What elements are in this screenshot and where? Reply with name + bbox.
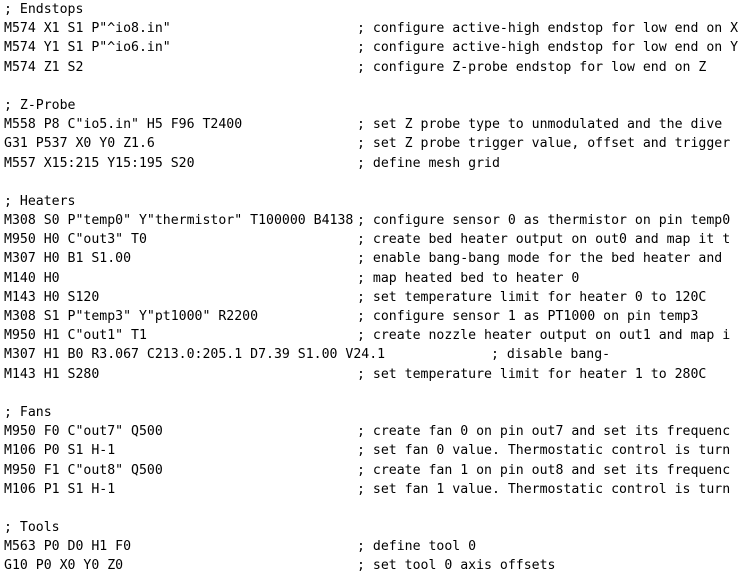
code-line[interactable]: M106 P0 S1 H-1 ; set fan 0 value. Thermos… bbox=[0, 441, 738, 460]
code-comment: ; set fan 0 value. Thermostatic control … bbox=[357, 443, 731, 459]
code-line[interactable]: M950 F1 C"out8" Q500 ; create fan 1 on pi… bbox=[0, 461, 738, 480]
code-command: M106 P1 S1 H-1 bbox=[4, 481, 116, 497]
code-comment: ; set temperature limit for heater 1 to … bbox=[357, 366, 707, 382]
code-line[interactable]: ; Heaters bbox=[0, 192, 738, 211]
code-comment: ; set tool 0 axis offsets bbox=[357, 558, 556, 574]
code-command: M307 H0 B1 S1.00 bbox=[4, 251, 132, 267]
code-comment: ; create bed heater output on out0 and m… bbox=[357, 232, 731, 248]
code-command: M950 H1 C"out1" T1 bbox=[4, 328, 147, 344]
code-comment: ; define mesh grid bbox=[357, 155, 500, 171]
code-line[interactable]: M557 X15:215 Y15:195 S20 ; define mesh gr… bbox=[0, 154, 738, 173]
code-line[interactable]: M143 H0 S120 ; set temperature limit for … bbox=[0, 288, 738, 307]
code-comment: ; create nozzle heater output on out1 an… bbox=[357, 328, 731, 344]
code-section-heading: ; Z-Probe bbox=[4, 97, 76, 113]
code-comment: ; define tool 0 bbox=[357, 539, 477, 555]
code-comment: ; set temperature limit for heater 0 to … bbox=[357, 289, 707, 305]
code-command: G10 P0 X0 Y0 Z0 bbox=[4, 558, 124, 574]
code-line[interactable]: ; Tools bbox=[0, 518, 738, 537]
code-line[interactable]: G10 P0 X0 Y0 Z0 ; set tool 0 axis offsets bbox=[0, 556, 738, 575]
code-command: M574 Z1 S2 bbox=[4, 59, 84, 75]
code-comment: ; enable bang-bang mode for the bed heat… bbox=[357, 251, 723, 267]
code-line[interactable]: M140 H0 ; map heated bed to heater 0 bbox=[0, 269, 738, 288]
code-line[interactable]: ; Z-Probe bbox=[0, 96, 738, 115]
code-comment: ; create fan 0 on pin out7 and set its f… bbox=[357, 424, 731, 440]
code-comment: ; disable bang- bbox=[491, 347, 611, 363]
code-command: M557 X15:215 Y15:195 S20 bbox=[4, 155, 195, 171]
code-line[interactable]: M143 H1 S280 ; set temperature limit for … bbox=[0, 365, 738, 384]
code-command: M950 F0 C"out7" Q500 bbox=[4, 424, 163, 440]
code-line[interactable]: M950 F0 C"out7" Q500 ; create fan 0 on pi… bbox=[0, 422, 738, 441]
code-text-view[interactable]: ; Endstops M574 X1 S1 P"^io8.in" ; configu… bbox=[0, 0, 738, 575]
code-command: M106 P0 S1 H-1 bbox=[4, 443, 116, 459]
code-comment: ; configure active-high endstop for low … bbox=[357, 21, 738, 37]
code-comment: ; configure sensor 1 as PT1000 on pin te… bbox=[357, 309, 699, 324]
code-line[interactable]: ; Fans bbox=[0, 403, 738, 422]
code-command: M574 X1 S1 P"^io8.in" bbox=[4, 21, 171, 37]
code-section-heading: ; Heaters bbox=[4, 193, 76, 209]
code-line[interactable]: M574 Z1 S2 ; configure Z-probe endstop fo… bbox=[0, 58, 738, 77]
code-comment: ; set Z probe trigger value, offset and … bbox=[357, 136, 731, 152]
code-command: M308 S1 P"temp3" Y"pt1000" R2200 bbox=[4, 309, 259, 324]
code-command: M308 S0 P"temp0" Y"thermistor" T100000 B… bbox=[4, 213, 354, 229]
code-comment: ; configure Z-probe endstop for low end … bbox=[357, 59, 707, 75]
code-section-heading: ; Fans bbox=[4, 404, 52, 420]
code-line[interactable]: M307 H0 B1 S1.00 ; enable bang-bang mode … bbox=[0, 249, 738, 268]
code-comment: ; set Z probe type to unmodulated and th… bbox=[357, 117, 723, 133]
code-comment: ; map heated bed to heater 0 bbox=[357, 270, 580, 286]
code-command: M307 H1 B0 R3.067 C213.0:205.1 D7.39 S1.… bbox=[4, 347, 386, 363]
code-command: M950 H0 C"out3" T0 bbox=[4, 232, 147, 248]
code-line[interactable]: M558 P8 C"io5.in" H5 F96 T2400 ; set Z pr… bbox=[0, 115, 738, 134]
code-comment: ; configure sensor 0 as thermistor on pi… bbox=[357, 213, 731, 229]
code-command: M143 H1 S280 bbox=[4, 366, 100, 382]
code-line[interactable]: M563 P0 D0 H1 F0 ; define tool 0 bbox=[0, 537, 738, 556]
code-line[interactable]: M308 S1 P"temp3" Y"pt1000" R2200 ; config… bbox=[0, 307, 738, 326]
code-line[interactable]: M574 X1 S1 P"^io8.in" ; configure active-… bbox=[0, 19, 738, 38]
code-line[interactable]: M307 H1 B0 R3.067 C213.0:205.1 D7.39 S1.… bbox=[0, 345, 738, 364]
code-comment: ; set fan 1 value. Thermostatic control … bbox=[357, 481, 731, 497]
code-line[interactable]: M574 Y1 S1 P"^io6.in" ; configure active-… bbox=[0, 38, 738, 57]
code-section-heading: ; Tools bbox=[4, 520, 60, 536]
code-command: M574 Y1 S1 P"^io6.in" bbox=[4, 40, 171, 56]
code-line[interactable]: G31 P537 X0 Y0 Z1.6 ; set Z probe trigger… bbox=[0, 134, 738, 153]
code-command: M143 H0 S120 bbox=[4, 289, 100, 305]
code-comment: ; create fan 1 on pin out8 and set its f… bbox=[357, 462, 731, 478]
code-line[interactable]: M308 S0 P"temp0" Y"thermistor" T100000 B… bbox=[0, 211, 738, 230]
code-line[interactable]: M106 P1 S1 H-1 ; set fan 1 value. Thermos… bbox=[0, 480, 738, 499]
code-section-heading: ; Endstops bbox=[4, 2, 84, 17]
code-line[interactable]: M950 H0 C"out3" T0 ; create bed heater ou… bbox=[0, 230, 738, 249]
code-line[interactable]: M950 H1 C"out1" T1 ; create nozzle heater… bbox=[0, 326, 738, 345]
code-comment: ; configure active-high endstop for low … bbox=[357, 40, 738, 56]
code-command: M950 F1 C"out8" Q500 bbox=[4, 462, 163, 478]
code-line[interactable]: ; Endstops bbox=[0, 0, 738, 19]
code-command: M563 P0 D0 H1 F0 bbox=[4, 539, 132, 555]
code-command: M140 H0 bbox=[4, 270, 60, 286]
code-command: G31 P537 X0 Y0 Z1.6 bbox=[4, 136, 155, 152]
code-command: M558 P8 C"io5.in" H5 F96 T2400 bbox=[4, 117, 243, 133]
